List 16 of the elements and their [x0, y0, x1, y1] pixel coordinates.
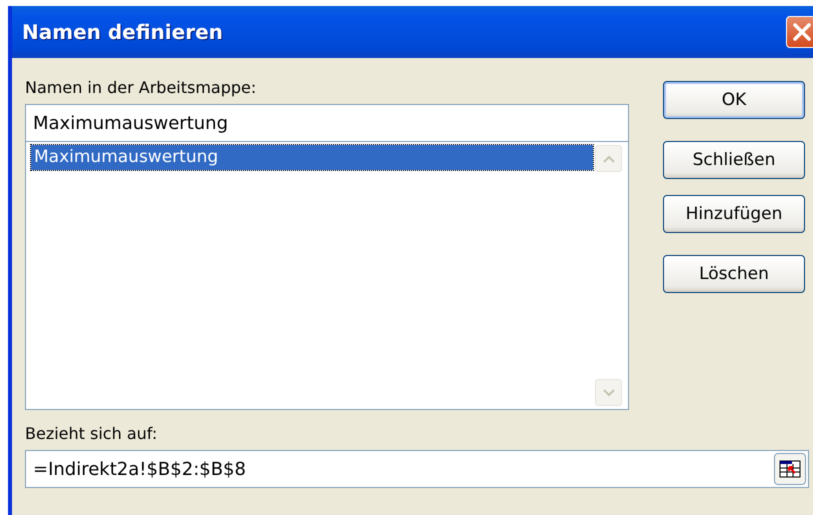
dialog-button[interactable]: Löschen: [663, 255, 805, 293]
name-field[interactable]: Maximumauswertung: [25, 104, 629, 142]
dialog-button[interactable]: OK: [663, 81, 805, 119]
dialog-button[interactable]: Schließen: [663, 141, 805, 179]
range-select-button[interactable]: [774, 453, 806, 485]
chevron-up-icon: [602, 154, 614, 162]
close-icon: [792, 22, 812, 42]
close-button[interactable]: [786, 16, 813, 48]
window-title: Namen definieren: [22, 20, 223, 44]
list-item[interactable]: Maximumauswertung: [31, 145, 593, 170]
names-label: Namen in der Arbeitsmappe:: [25, 77, 258, 99]
dialog-button[interactable]: Hinzufügen: [663, 195, 805, 233]
chevron-down-icon: [602, 388, 614, 396]
range-select-icon: [779, 459, 801, 479]
refers-to-label: Bezieht sich auf:: [25, 423, 158, 445]
refers-to-field[interactable]: =Indirekt2a!$B$2:$B$8: [25, 450, 809, 488]
